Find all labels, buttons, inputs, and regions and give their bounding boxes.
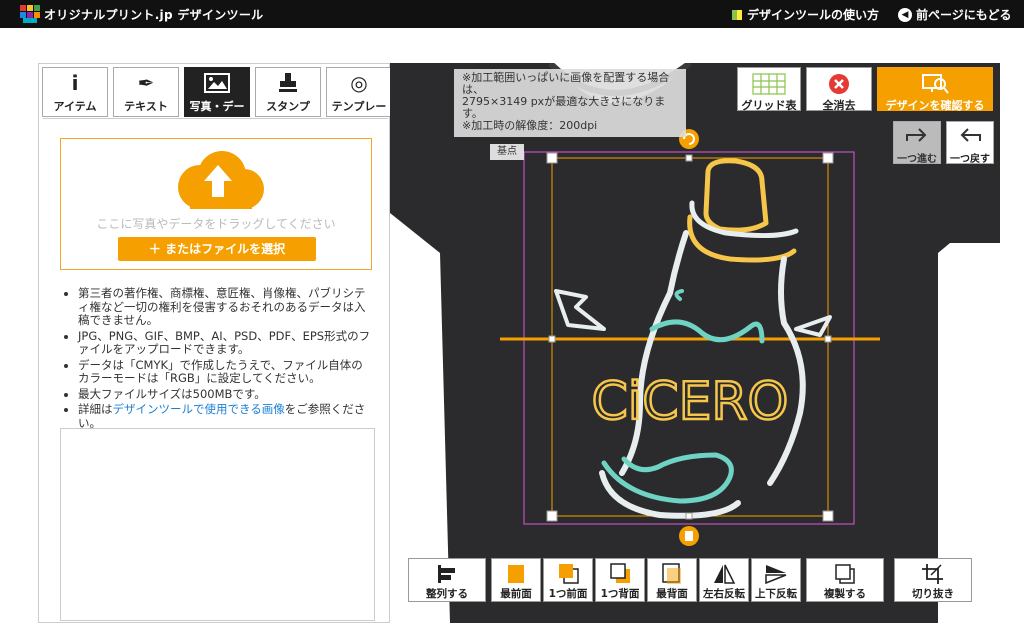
tab-text[interactable]: ✒ テキスト [113,67,179,117]
send-backward-label: 1つ背面 [600,588,640,600]
duplicate-button[interactable]: 複製する [806,558,884,602]
flip-horizontal-icon [714,564,736,584]
note-item: データは「CMYK」で作成したうえで、ファイル自体のカラーモードは「RGB」に設… [78,358,372,386]
redo-label: 一つ進む [897,154,937,165]
howto-label: デザインツールの使い方 [747,8,880,22]
tab-photo[interactable]: 写真・デー [184,67,250,117]
flip-horizontal-button[interactable]: 左右反転 [699,558,749,602]
stamp-icon [256,68,320,98]
back-label: 前ページにもどる [916,8,1012,22]
pen-icon: ✒ [137,71,155,95]
tab-label: 写真・デー [189,100,245,113]
note-line: 2795×3149 pxが最適な大きさになります。 [462,95,666,120]
tab-label: アイテム [53,100,97,113]
back-arrow-icon: ◀ [898,7,912,22]
drop-zone[interactable]: ここに写真やデータをドラッグしてください ＋ またはファイルを選択 [60,138,372,270]
upload-cloud-icon [178,151,264,209]
tab-item[interactable]: i アイテム [42,67,108,117]
undo-icon [960,128,981,142]
logo-icon [20,5,40,23]
crop-button[interactable]: 切り抜き [894,558,972,602]
flip-vertical-button[interactable]: 上下反転 [751,558,801,602]
bring-forward-icon [559,564,579,584]
bring-front-button[interactable]: 最前面 [491,558,541,602]
confirm-design-label: デザインを確認する [885,99,985,112]
duplicate-label: 複製する [824,588,866,600]
back-link[interactable]: ◀ 前ページにもどる [898,6,1012,23]
preview-monitor-icon [922,74,949,94]
note-item: 第三者の著作権、商標権、意匠権、肖像権、パブリシティ権など一切の権利を侵害するお… [78,286,372,328]
send-back-label: 最背面 [656,588,688,600]
upload-notes: 第三者の著作権、商標権、意匠権、肖像権、パブリシティ権など一切の権利を侵害するお… [60,286,372,432]
note-item: JPG、PNG、GIF、BMP、AI、PSD、PDF、EPS形式のファイルをアッ… [78,329,372,357]
close-icon [829,74,849,94]
bring-forward-button[interactable]: 1つ前面 [543,558,593,602]
flip-horizontal-label: 左右反転 [703,588,745,600]
note-item: 詳細はデザインツールで使用できる画像をご参照ください。 [78,402,372,430]
redo-button[interactable]: 一つ進む [893,121,941,165]
howto-link[interactable]: デザインツールの使い方 [731,6,879,23]
tool-tabs: i アイテム ✒ テキスト 写真・デー スタンプ ◎ テンプレー [42,67,392,117]
send-backward-icon [610,563,630,583]
neon-logo-text: CiCERO [592,372,789,432]
undo-button[interactable]: 一つ戻す [946,121,994,165]
tab-label: テキスト [124,100,168,113]
disc-icon: ◎ [350,71,368,95]
confirm-design-button[interactable]: デザインを確認する [877,67,993,112]
send-back-icon [662,563,681,584]
grid-icon [752,73,786,95]
image-icon [185,68,249,98]
note-line: ※加工時の解像度：200dpi [462,119,598,132]
clear-all-button[interactable]: 全消去 [806,67,872,112]
align-label: 整列する [426,588,468,600]
grid-label: グリッド表 [741,99,797,112]
flip-vertical-icon [765,565,787,585]
send-backward-button[interactable]: 1つ背面 [595,558,645,602]
undo-label: 一つ戻す [950,154,990,165]
tab-template[interactable]: ◎ テンプレー [326,67,392,117]
bring-front-label: 最前面 [500,588,532,600]
bring-front-icon [508,565,524,583]
align-icon [438,565,455,583]
flip-vertical-label: 上下反転 [755,588,797,600]
duplicate-icon [835,564,855,584]
crop-icon [922,564,943,584]
book-icon [732,9,742,20]
clear-all-label: 全消去 [822,99,856,112]
anchor-label: 基点 [490,144,524,160]
send-back-button[interactable]: 最背面 [647,558,697,602]
tab-label: テンプレー [331,100,387,113]
bring-forward-label: 1つ前面 [548,588,588,600]
drop-text: ここに写真やデータをドラッグしてください [96,217,336,231]
note-line: ※加工範囲いっぱいに画像を配置する場合は、 [462,71,670,96]
usable-images-link[interactable]: デザインツールで使用できる画像 [113,402,285,416]
tab-stamp[interactable]: スタンプ [255,67,321,117]
note-item: 最大ファイルサイズは500MBです。 [78,387,372,402]
align-button[interactable]: 整列する [408,558,486,602]
info-icon: i [71,71,79,95]
crop-label: 切り抜き [912,588,954,600]
redo-icon [906,128,927,142]
app-title[interactable]: オリジナルプリント.jp デザインツール [44,6,263,23]
uploaded-images-box [60,428,375,621]
print-area-note: ※加工範囲いっぱいに画像を配置する場合は、 2795×3149 pxが最適な大き… [454,69,686,137]
top-bar: オリジナルプリント.jp デザインツール デザインツールの使い方 ◀ 前ページに… [0,0,1024,28]
note-prefix: 詳細は [78,402,113,416]
grid-toggle-button[interactable]: グリッド表 [737,67,801,112]
tab-label: スタンプ [266,100,310,113]
select-file-button[interactable]: ＋ またはファイルを選択 [118,237,316,261]
